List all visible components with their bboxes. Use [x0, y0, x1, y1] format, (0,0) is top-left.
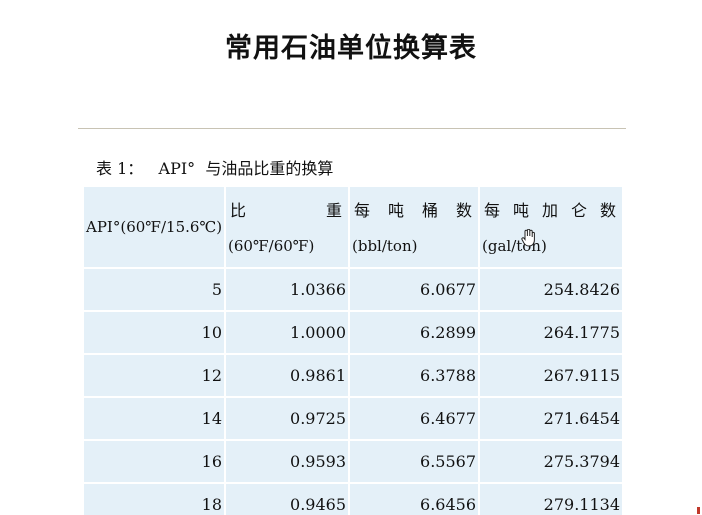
cell-sg: 0.9593 [226, 441, 348, 482]
table-row: 12 0.9861 6.3788 267.9115 [84, 355, 622, 396]
header-gal-unit: (gal/ton) [482, 237, 547, 255]
table-row: 14 0.9725 6.4677 271.6454 [84, 398, 622, 439]
header-sg-label: 比重 [230, 201, 346, 220]
header-barrels-per-ton: 每吨桶数 (bbl/ton) [350, 187, 478, 267]
header-sg-unit: (60℉/60℉) [228, 237, 315, 255]
cell-bbl: 6.4677 [350, 398, 478, 439]
cell-sg: 1.0366 [226, 269, 348, 310]
cell-gal: 254.8426 [480, 269, 622, 310]
header-gal-label: 每吨加仑数 [484, 201, 620, 220]
cell-gal: 275.3794 [480, 441, 622, 482]
header-api: API°(60℉/15.6℃) [84, 187, 224, 267]
hand-pointer-icon [520, 228, 536, 251]
header-bbl-unit: (bbl/ton) [352, 237, 418, 255]
cell-bbl: 6.3788 [350, 355, 478, 396]
cell-sg: 0.9465 [226, 484, 348, 515]
document-page: 常用石油单位换算表 表 1： API° 与油品比重的换算 API°(60℉/15… [0, 0, 702, 515]
cell-sg: 1.0000 [226, 312, 348, 353]
cell-api: 16 [84, 441, 224, 482]
cell-gal: 264.1775 [480, 312, 622, 353]
cell-sg: 0.9861 [226, 355, 348, 396]
table-caption: 表 1： API° 与油品比重的换算 [96, 159, 334, 178]
cell-api: 5 [84, 269, 224, 310]
cell-api: 14 [84, 398, 224, 439]
table-row: 16 0.9593 6.5567 275.3794 [84, 441, 622, 482]
cell-api: 12 [84, 355, 224, 396]
table-row: 18 0.9465 6.6456 279.1134 [84, 484, 622, 515]
cell-sg: 0.9725 [226, 398, 348, 439]
cell-bbl: 6.0677 [350, 269, 478, 310]
header-divider [78, 128, 626, 129]
header-gallons-per-ton: 每吨加仑数 (gal/ton) [480, 187, 622, 267]
cell-api: 10 [84, 312, 224, 353]
cell-api: 18 [84, 484, 224, 515]
cell-gal: 271.6454 [480, 398, 622, 439]
cell-bbl: 6.2899 [350, 312, 478, 353]
table-header-row: API°(60℉/15.6℃) 比重 (60℉/60℉) 每吨桶数 (bbl/t… [84, 187, 622, 267]
conversion-table: API°(60℉/15.6℃) 比重 (60℉/60℉) 每吨桶数 (bbl/t… [82, 185, 624, 515]
cell-gal: 267.9115 [480, 355, 622, 396]
cell-bbl: 6.5567 [350, 441, 478, 482]
header-bbl-label: 每吨桶数 [354, 201, 476, 220]
page-edge-marker [697, 507, 700, 514]
table-row: 5 1.0366 6.0677 254.8426 [84, 269, 622, 310]
cell-bbl: 6.6456 [350, 484, 478, 515]
header-specific-gravity: 比重 (60℉/60℉) [226, 187, 348, 267]
table-row: 10 1.0000 6.2899 264.1775 [84, 312, 622, 353]
cell-gal: 279.1134 [480, 484, 622, 515]
page-title: 常用石油单位换算表 [225, 33, 477, 64]
